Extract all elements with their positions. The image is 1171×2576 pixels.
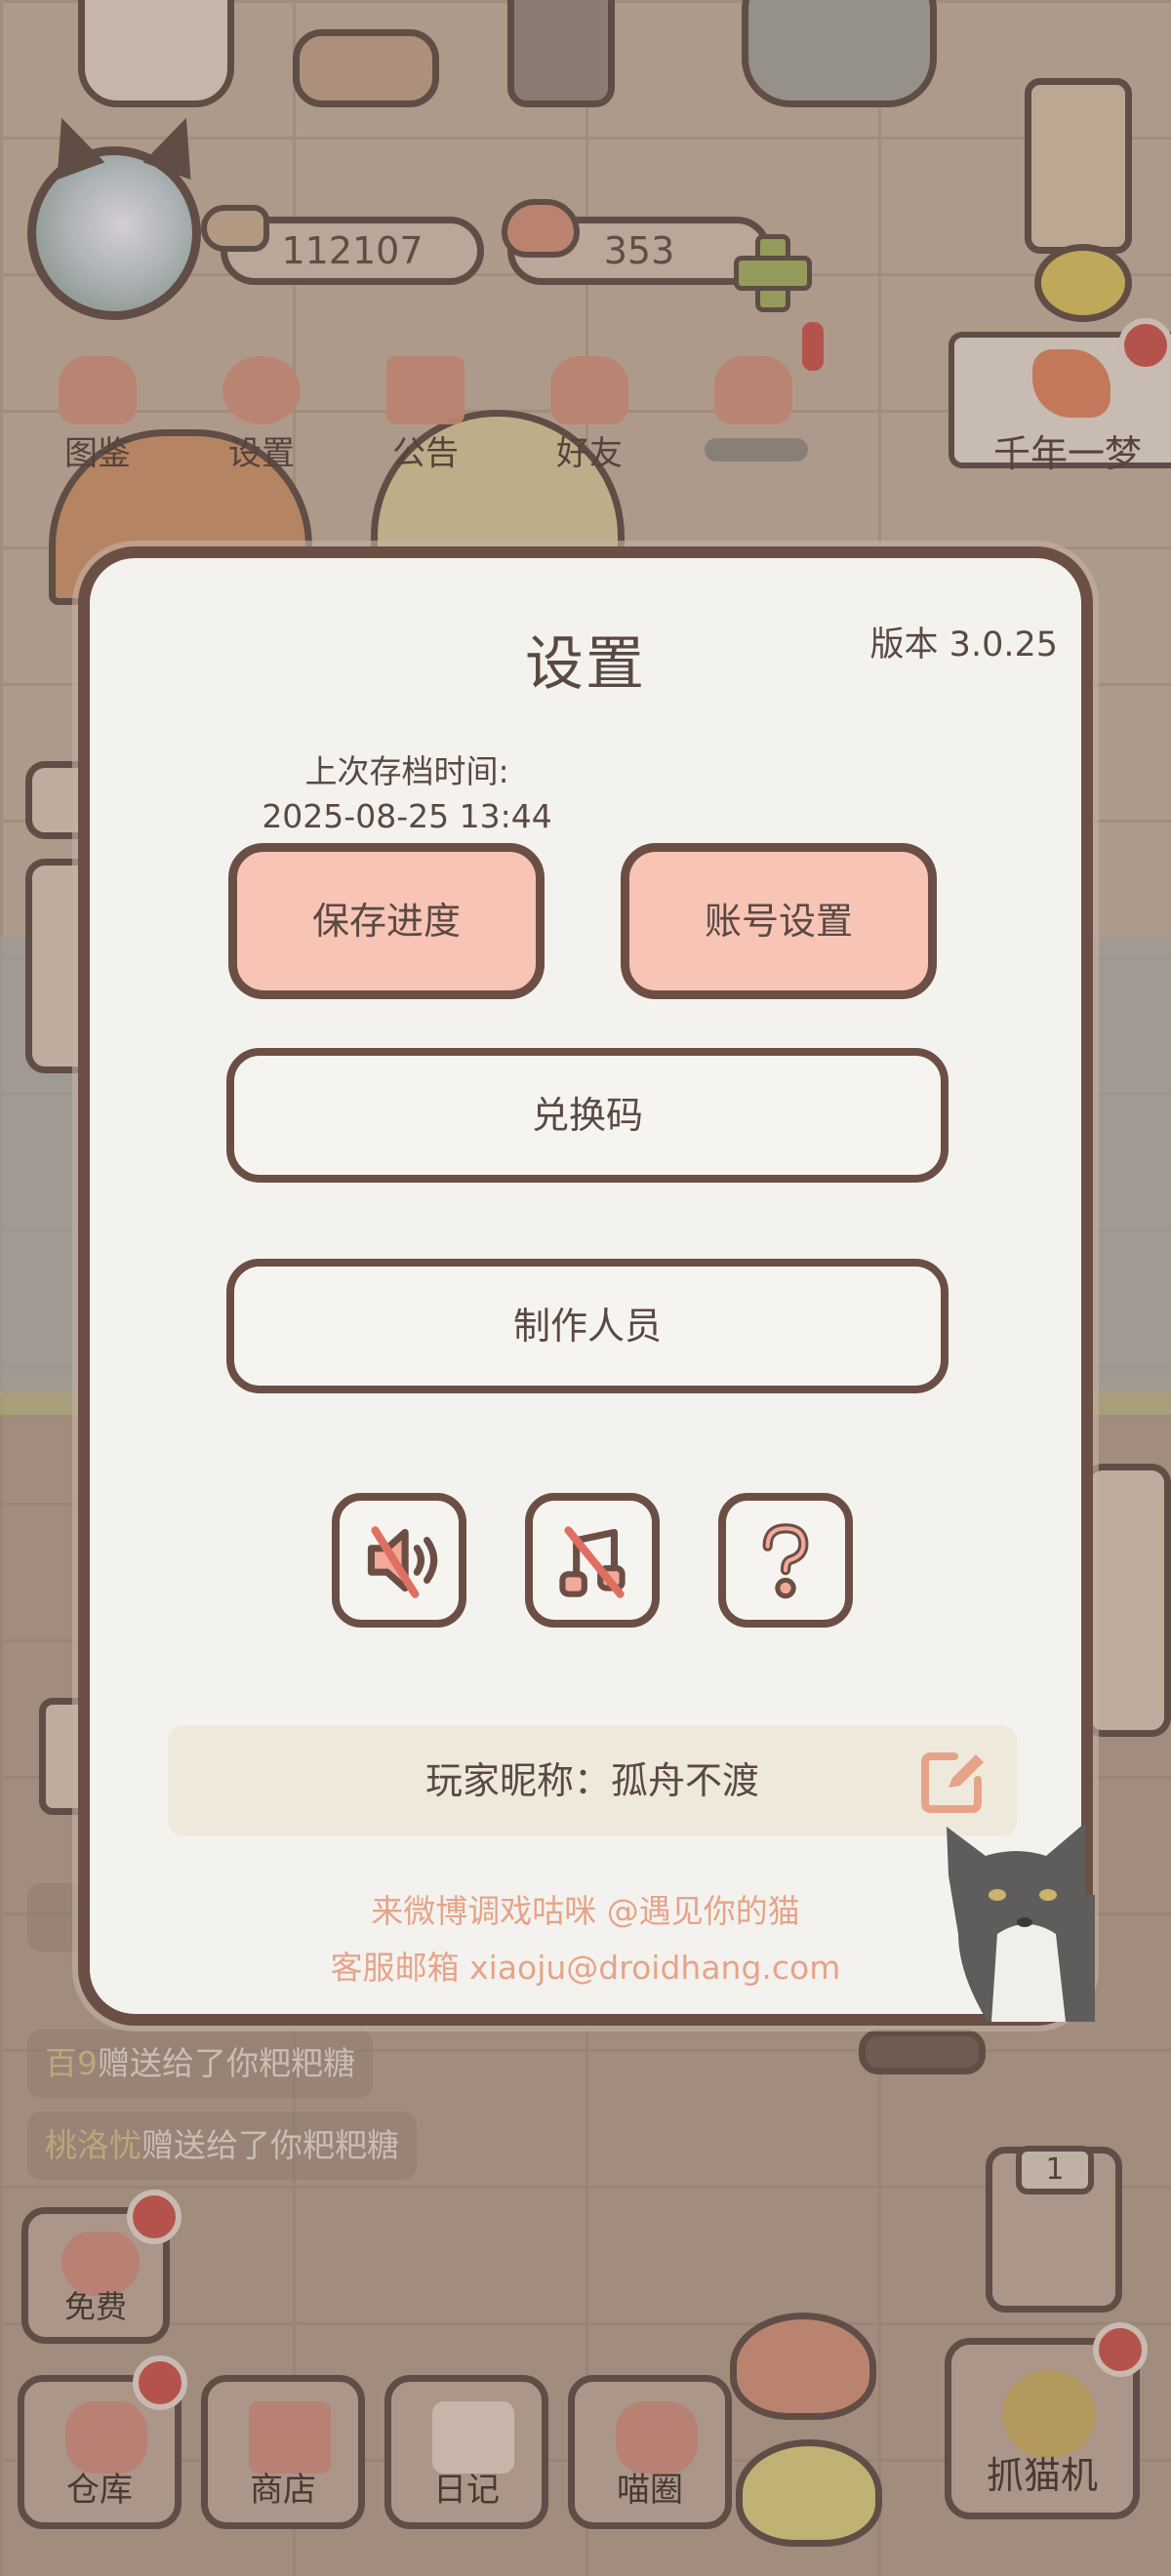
last-save-time: 2025-08-25 13:44: [262, 797, 552, 835]
redeem-code-label: 兑换码: [531, 1094, 643, 1137]
nickname-label: 玩家昵称：孤舟不渡: [424, 1759, 759, 1802]
last-save-label: 上次存档时间:: [304, 752, 509, 790]
version-label: 版本 3.0.25: [869, 625, 1058, 664]
cat-photo: [947, 1823, 1095, 2022]
last-save-info: 上次存档时间: 2025-08-25 13:44: [261, 749, 553, 839]
help-button[interactable]: [718, 1493, 853, 1628]
account-settings-button[interactable]: 账号设置: [621, 843, 937, 999]
sound-off-icon: [367, 1526, 438, 1598]
help-icon: [762, 1523, 809, 1599]
music-toggle-button[interactable]: [525, 1493, 660, 1628]
save-progress-label: 保存进度: [311, 900, 461, 943]
sound-toggle-button[interactable]: [332, 1493, 466, 1628]
settings-dialog: 设置 版本 3.0.25 上次存档时间: 2025-08-25 13:44 保存…: [78, 546, 1095, 2026]
nickname-row: 玩家昵称：孤舟不渡: [168, 1725, 1017, 1836]
save-progress-button[interactable]: 保存进度: [228, 843, 545, 999]
edit-icon[interactable]: [919, 1747, 988, 1815]
credits-label: 制作人员: [512, 1305, 662, 1348]
credits-button[interactable]: 制作人员: [226, 1259, 949, 1393]
music-off-icon: [559, 1526, 626, 1598]
redeem-code-button[interactable]: 兑换码: [226, 1048, 949, 1183]
account-settings-label: 账号设置: [704, 900, 853, 943]
